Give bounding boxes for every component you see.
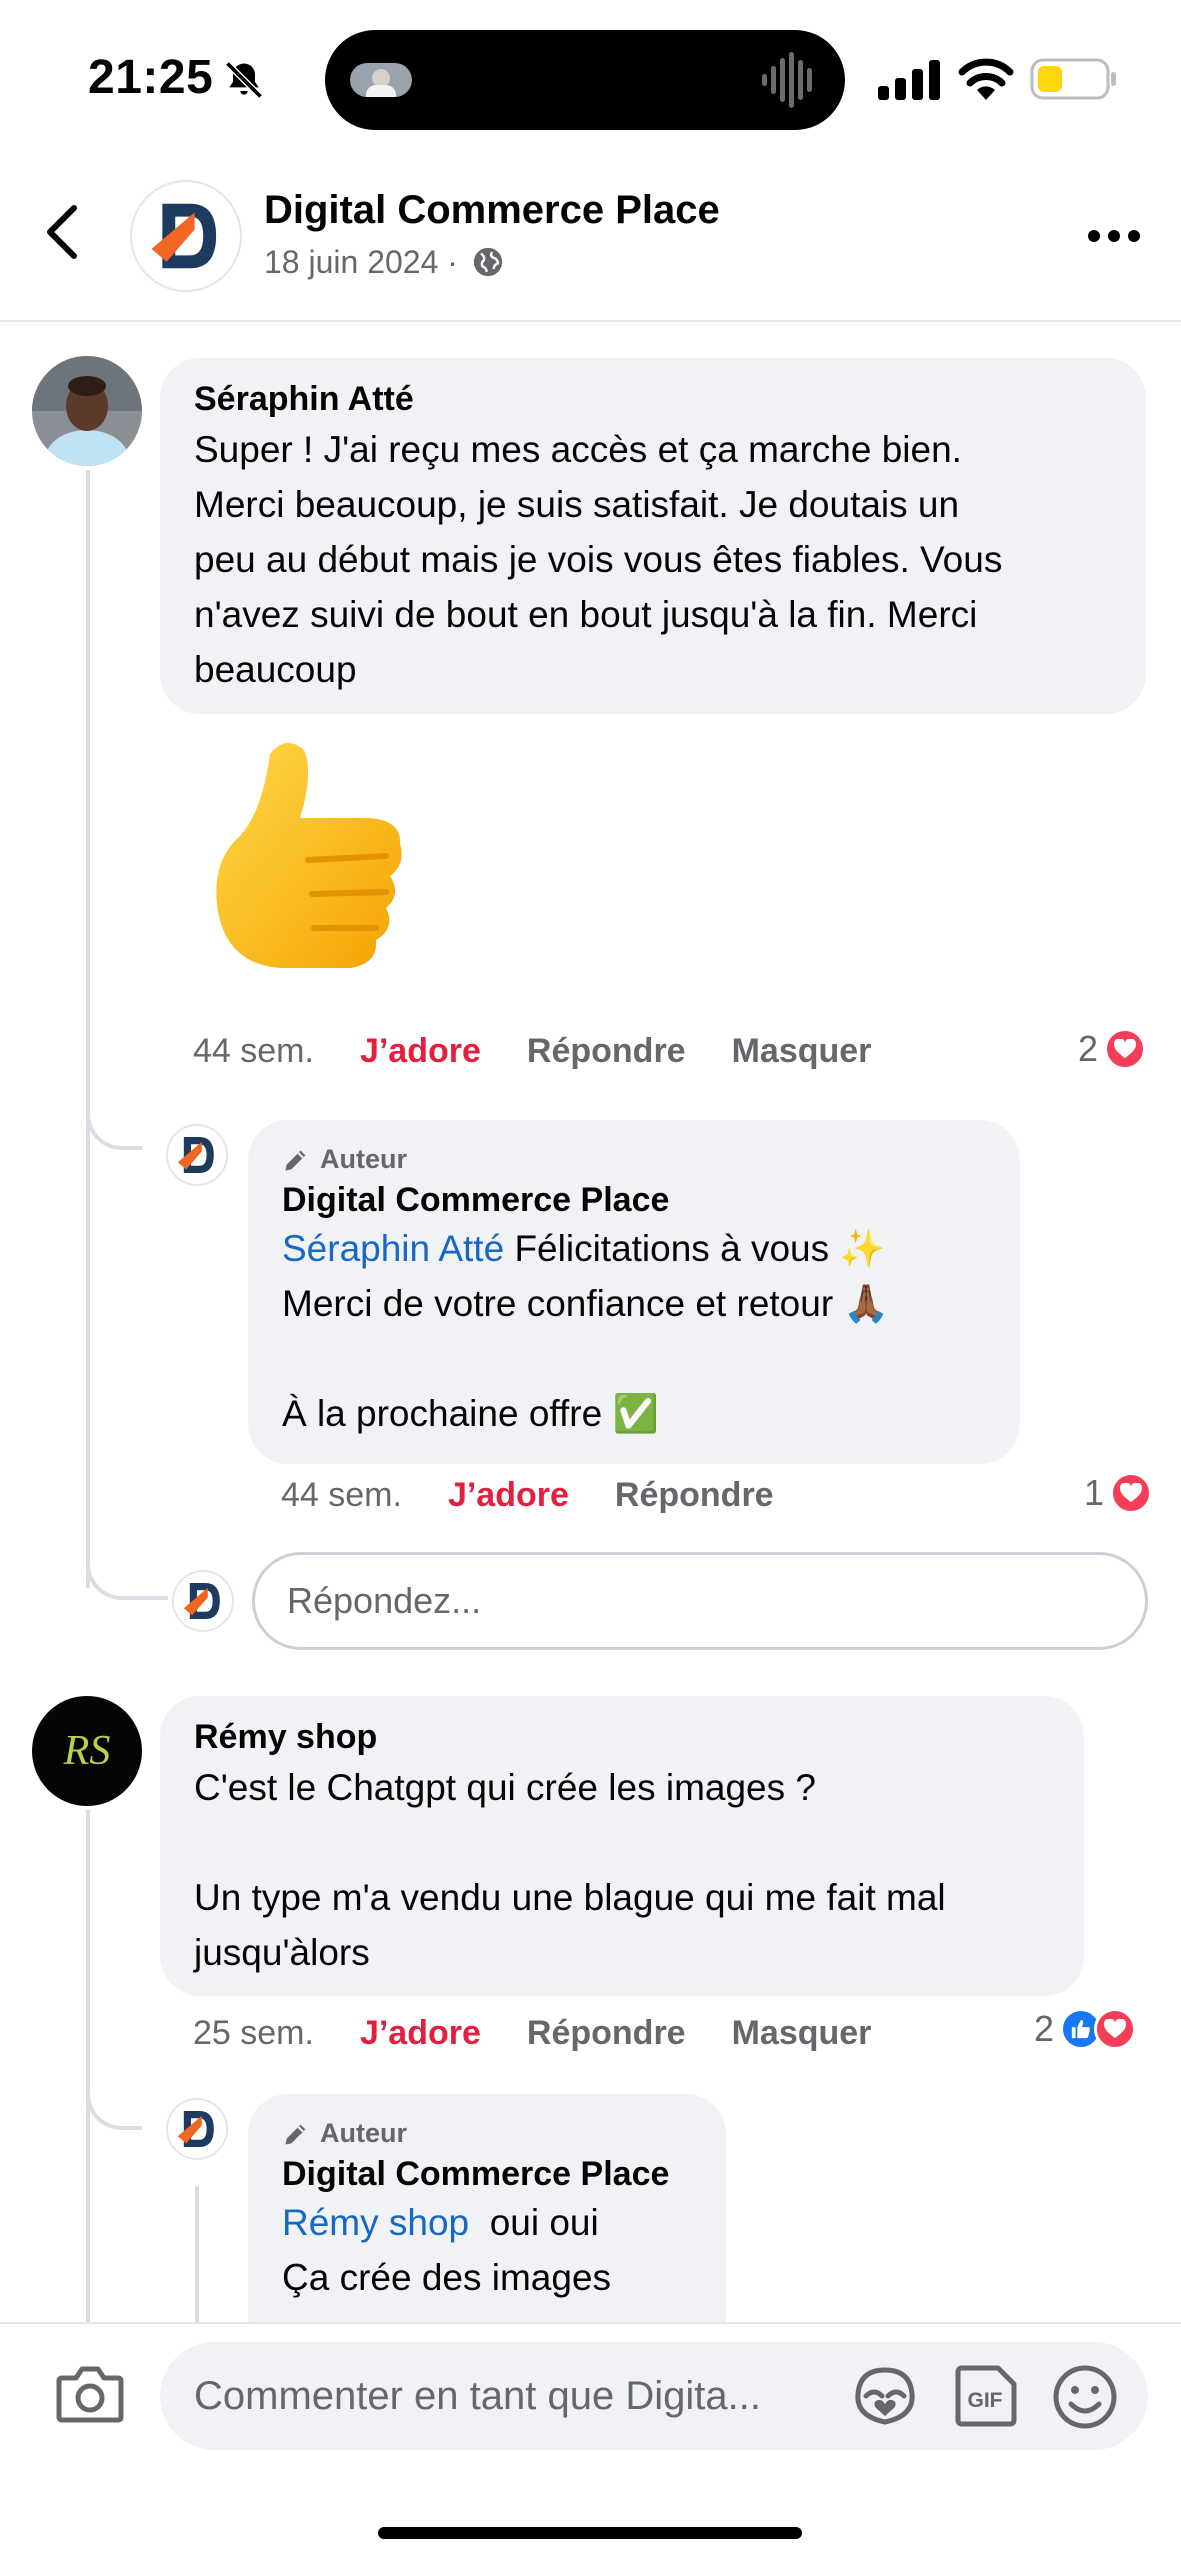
battery-icon xyxy=(1030,58,1118,105)
thread-line xyxy=(195,2186,199,2322)
avatar-sticker-icon[interactable] xyxy=(852,2364,918,2433)
love-button[interactable]: J’adore xyxy=(360,1032,481,1071)
reply-bubble: Auteur Digital Commerce Place Rémy shop … xyxy=(248,2094,726,2322)
reaction-count: 2 xyxy=(1034,2008,1055,2049)
heart-icon xyxy=(1110,1472,1153,1514)
thread-connector xyxy=(86,1500,168,1600)
comment-bubble: Rémy shop C'est le Chatgpt qui crée les … xyxy=(160,1696,1084,1996)
hide-button[interactable]: Masquer xyxy=(732,2014,872,2053)
reply-actions: 44 sem. J’adore Répondre xyxy=(281,1476,774,1515)
reaction-summary[interactable]: 2 xyxy=(1034,2008,1137,2050)
avatar-initials: RS xyxy=(63,1728,111,1774)
reply-text-rest: Merci de votre confiance et retour 🙏🏾 À … xyxy=(282,1283,890,1434)
hide-button[interactable]: Masquer xyxy=(732,1032,872,1071)
wifi-icon xyxy=(958,56,1014,105)
comment-text: Super ! J'ai reçu mes accès et ça marche… xyxy=(194,429,1003,690)
comment-text: C'est le Chatgpt qui crée les images ? U… xyxy=(194,1767,946,1973)
thread-connector xyxy=(86,1050,142,1150)
live-activity-thumbnail xyxy=(350,63,412,97)
reaction-count: 1 xyxy=(1084,1472,1105,1513)
author-badge: Auteur xyxy=(282,2118,692,2149)
author-badge-label: Auteur xyxy=(320,1144,407,1174)
dcp-logo-icon xyxy=(177,2111,214,2147)
reply-input-avatar xyxy=(172,1570,234,1632)
love-button[interactable]: J’adore xyxy=(448,1476,569,1515)
reply-avatar[interactable] xyxy=(166,1124,228,1186)
gif-icon[interactable]: GIF xyxy=(954,2364,1018,2433)
mention-link[interactable]: Séraphin Atté xyxy=(282,1228,504,1269)
pen-icon xyxy=(285,2124,306,2144)
thread-line xyxy=(86,470,90,1588)
comment-actions: 25 sem. J’adore Répondre Masquer xyxy=(193,2014,871,2053)
reply-avatar[interactable] xyxy=(166,2098,228,2160)
reply-button[interactable]: Répondre xyxy=(527,1032,686,1071)
audio-waveform-icon xyxy=(760,50,820,115)
reply-text-rest: Ça crée des images xyxy=(282,2257,612,2298)
home-indicator xyxy=(378,2527,802,2539)
status-time: 21:25 xyxy=(88,51,214,104)
reply-author[interactable]: Digital Commerce Place xyxy=(282,2153,692,2195)
mention-link[interactable]: Rémy shop xyxy=(282,2202,469,2243)
cellular-signal-icon xyxy=(878,60,940,105)
reply-button[interactable]: Répondre xyxy=(527,2014,686,2053)
reaction-summary[interactable]: 2 xyxy=(1078,1028,1147,1070)
post-date-text: 18 juin 2024 · xyxy=(264,244,458,280)
comment-author[interactable]: Séraphin Atté xyxy=(194,378,1112,420)
reaction-summary[interactable]: 1 xyxy=(1084,1472,1153,1514)
header-divider xyxy=(0,320,1181,322)
reply-text-first: oui oui xyxy=(469,2202,599,2243)
globe-icon xyxy=(473,247,502,277)
heart-icon xyxy=(1104,1028,1147,1070)
dcp-logo-icon xyxy=(183,1583,220,1619)
comment-bubble: Séraphin Atté Super ! J'ai reçu mes accè… xyxy=(160,358,1146,714)
reply-text: Rémy shop oui oui Ça crée des images xyxy=(282,2195,692,2305)
page-title[interactable]: Digital Commerce Place xyxy=(264,188,720,233)
dcp-logo-icon xyxy=(177,1137,214,1173)
page-avatar[interactable] xyxy=(130,180,242,292)
reply-button[interactable]: Répondre xyxy=(615,1476,774,1515)
love-button[interactable]: J’adore xyxy=(360,2014,481,2053)
reply-bubble: Auteur Digital Commerce Place Séraphin A… xyxy=(248,1120,1020,1464)
reaction-count: 2 xyxy=(1078,1028,1099,1069)
reply-input[interactable]: Répondez... xyxy=(252,1552,1148,1650)
comment-actions: 44 sem. J’adore Répondre Masquer xyxy=(193,1032,871,1071)
camera-icon[interactable] xyxy=(56,2364,124,2429)
comment-author[interactable]: Rémy shop xyxy=(194,1716,1050,1758)
thumbs-up-sticker xyxy=(200,732,420,993)
author-badge: Auteur xyxy=(282,1144,986,1175)
post-date: 18 juin 2024 · xyxy=(264,244,505,281)
avatar[interactable] xyxy=(32,356,142,466)
silent-mode-icon xyxy=(222,58,266,107)
emoji-icon[interactable] xyxy=(1052,2364,1118,2435)
svg-text:GIF: GIF xyxy=(968,2389,1003,2412)
reply-time: 44 sem. xyxy=(281,1476,402,1514)
heart-icon xyxy=(1094,2008,1137,2050)
reply-text-first: Félicitations à vous ✨ xyxy=(504,1228,886,1269)
more-options-button[interactable] xyxy=(1086,228,1142,249)
reply-author[interactable]: Digital Commerce Place xyxy=(282,1179,986,1221)
author-badge-label: Auteur xyxy=(320,2118,407,2148)
pen-icon xyxy=(285,1150,306,1170)
thread-connector xyxy=(86,2030,142,2130)
back-button[interactable] xyxy=(40,200,84,269)
comment-time: 25 sem. xyxy=(193,2014,314,2052)
reply-text: Séraphin Atté Félicitations à vous ✨ Mer… xyxy=(282,1221,986,1441)
dcp-logo-icon xyxy=(151,203,217,269)
avatar[interactable]: RS xyxy=(32,1696,142,1806)
comment-time: 44 sem. xyxy=(193,1032,314,1070)
